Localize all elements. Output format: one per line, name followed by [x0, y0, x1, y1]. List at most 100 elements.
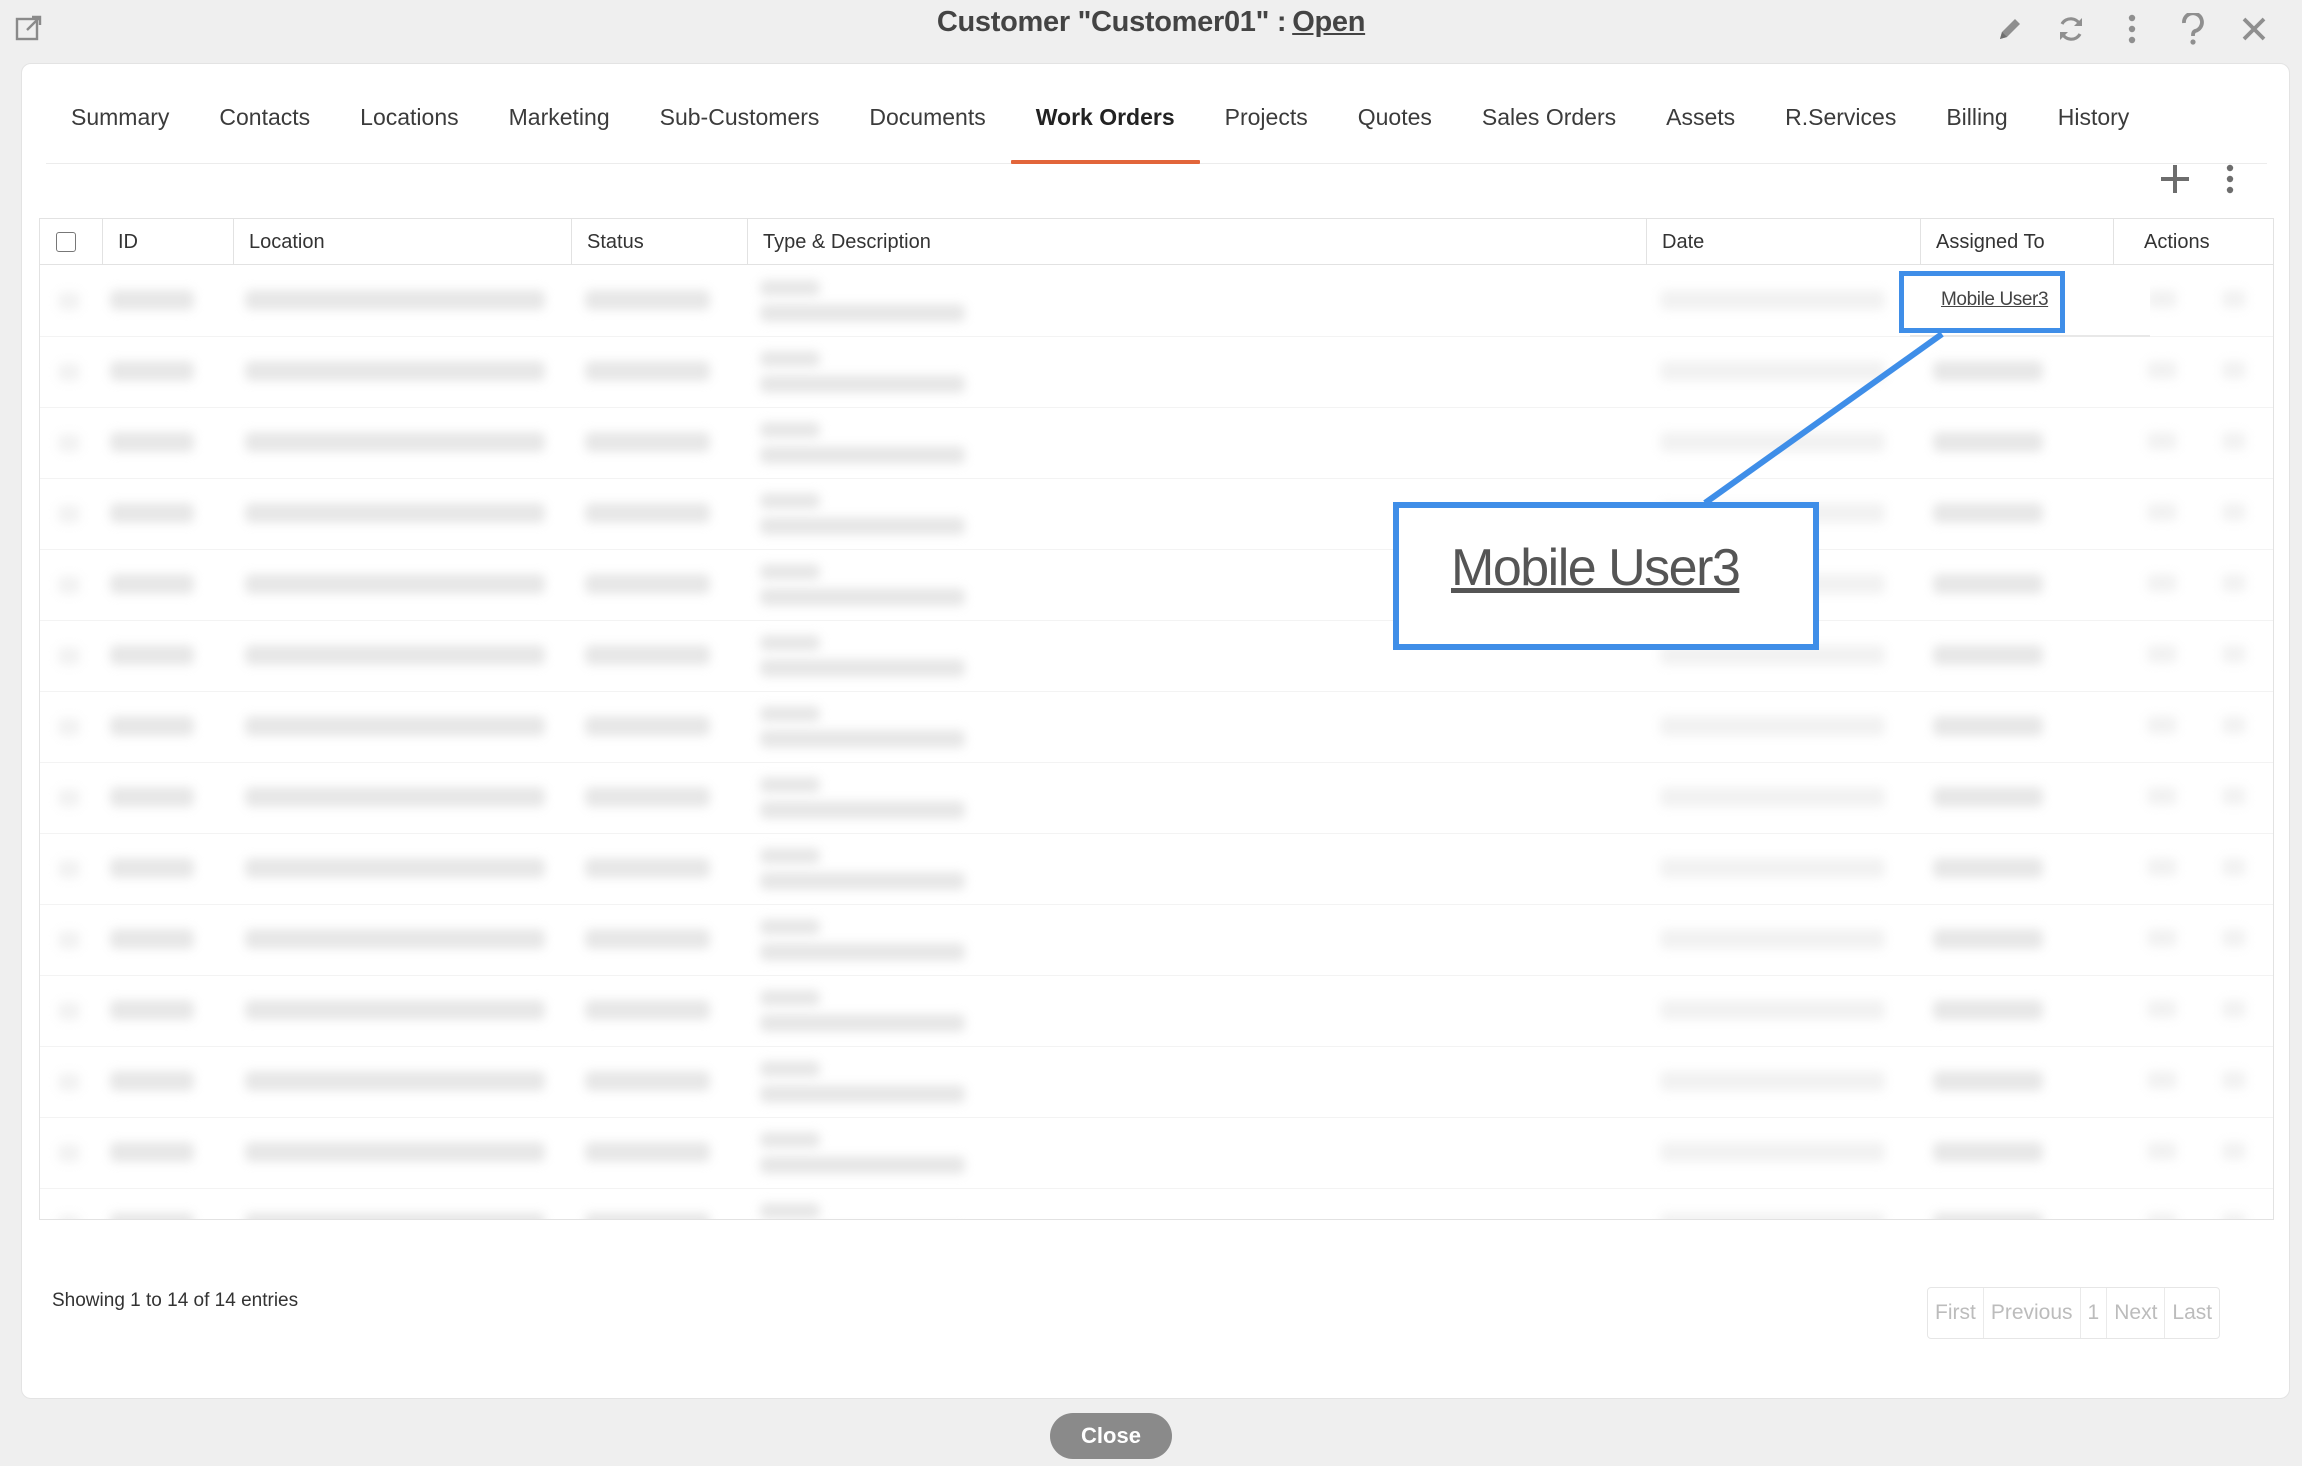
redacted-cell [58, 1002, 80, 1020]
redacted-cell [1660, 290, 1885, 310]
redacted-cell [2147, 1213, 2177, 1219]
tab-marketing[interactable]: Marketing [484, 92, 635, 164]
redacted-cell [2222, 1142, 2246, 1160]
redacted-cell [2147, 1000, 2177, 1018]
tab-work-orders[interactable]: Work Orders [1010, 92, 1200, 164]
tab-quotes[interactable]: Quotes [1333, 92, 1457, 164]
table-row[interactable] [40, 1189, 2273, 1219]
pagination-first[interactable]: First [1928, 1288, 1984, 1338]
tab-projects[interactable]: Projects [1200, 92, 1333, 164]
column-status[interactable]: Status [572, 219, 748, 265]
table-menu-icon[interactable] [2215, 159, 2245, 199]
redacted-cell [58, 1073, 80, 1091]
redacted-cell [2147, 290, 2177, 308]
close-icon[interactable] [2223, 10, 2284, 48]
table-row[interactable] [40, 763, 2273, 834]
table-row[interactable] [40, 337, 2273, 408]
table-row[interactable] [40, 479, 2273, 550]
table-row[interactable] [40, 976, 2273, 1047]
redacted-cell [760, 848, 820, 864]
select-all-checkbox[interactable] [56, 232, 76, 252]
redacted-cell [2147, 929, 2177, 947]
table-row[interactable] [40, 905, 2273, 976]
redacted-cell [2222, 716, 2246, 734]
pagination-previous[interactable]: Previous [1984, 1288, 2081, 1338]
pagination-next[interactable]: Next [2107, 1288, 2166, 1338]
pagination-last[interactable]: Last [2165, 1288, 2219, 1338]
column-location[interactable]: Location [234, 219, 572, 265]
column-id[interactable]: ID [103, 219, 234, 265]
column-type-description[interactable]: Type & Description [748, 219, 1647, 265]
table-row[interactable] [40, 692, 2273, 763]
redacted-cell [760, 635, 820, 651]
table-row[interactable] [40, 550, 2273, 621]
select-all-cell [40, 219, 103, 265]
column-date[interactable]: Date [1647, 219, 1921, 265]
redacted-cell [760, 493, 820, 509]
table-row[interactable] [40, 834, 2273, 905]
tab-assets[interactable]: Assets [1641, 92, 1760, 164]
redacted-cell [110, 1000, 194, 1020]
redacted-cell [2147, 361, 2177, 379]
title-text: Customer "Customer01" : [936, 6, 1287, 38]
redacted-cell [2147, 716, 2177, 734]
redacted-cell [2147, 1071, 2177, 1089]
kebab-icon[interactable] [2101, 10, 2162, 48]
redacted-cell [1933, 1071, 2043, 1091]
tab-contacts[interactable]: Contacts [194, 92, 335, 164]
tab-sub-customers[interactable]: Sub-Customers [635, 92, 845, 164]
redacted-cell [2222, 432, 2246, 450]
pencil-icon[interactable] [1979, 10, 2040, 48]
tab-documents[interactable]: Documents [844, 92, 1010, 164]
redacted-cell [2147, 645, 2177, 663]
add-work-order-button[interactable] [2155, 159, 2195, 199]
redacted-cell [585, 787, 710, 807]
close-button[interactable]: Close [1050, 1413, 1172, 1459]
redacted-cell [1933, 1142, 2043, 1162]
redacted-cell [58, 292, 80, 310]
tab-r-services[interactable]: R.Services [1760, 92, 1921, 164]
redacted-cell [760, 1132, 820, 1148]
redacted-cell [760, 943, 965, 961]
tab-sales-orders[interactable]: Sales Orders [1457, 92, 1641, 164]
tab-billing[interactable]: Billing [1921, 92, 2032, 164]
help-icon[interactable] [2162, 10, 2223, 48]
refresh-icon[interactable] [2040, 10, 2101, 48]
title-toolbar [1979, 10, 2284, 48]
callout-text: Mobile User3 [1451, 539, 1741, 597]
redacted-cell [110, 574, 194, 594]
table-row[interactable] [40, 1047, 2273, 1118]
redacted-cell [760, 304, 965, 322]
redacted-cell [760, 280, 820, 296]
tab-history[interactable]: History [2033, 92, 2155, 164]
redacted-cell [245, 787, 545, 807]
redacted-cell [1660, 1142, 1885, 1162]
pagination-page-1[interactable]: 1 [2081, 1288, 2108, 1338]
redacted-cell [245, 1000, 545, 1020]
redacted-cell [2222, 1213, 2246, 1219]
redacted-cell [58, 718, 80, 736]
tab-locations[interactable]: Locations [335, 92, 483, 164]
column-assigned-to[interactable]: Assigned To [1921, 219, 2114, 265]
redacted-cell [110, 1142, 194, 1162]
redacted-cell [1660, 1213, 1885, 1219]
redacted-cell [2147, 787, 2177, 805]
table-row[interactable] [40, 621, 2273, 692]
redacted-cell [2222, 787, 2246, 805]
redacted-cell [2147, 574, 2177, 592]
redacted-cell [760, 659, 965, 677]
table-row[interactable] [40, 1118, 2273, 1189]
redacted-cell [58, 576, 80, 594]
redacted-cell [245, 716, 545, 736]
tab-summary[interactable]: Summary [46, 92, 194, 164]
zoom-callout: Mobile User3 [1393, 502, 1819, 650]
redacted-cell [2147, 503, 2177, 521]
redacted-cell [760, 1085, 965, 1103]
table-row[interactable] [40, 408, 2273, 479]
redacted-cell [760, 730, 965, 748]
redacted-cell [245, 361, 545, 381]
status-link[interactable]: Open [1292, 6, 1365, 38]
dialog-title: Customer "Customer01" : Open [0, 6, 2302, 39]
redacted-cell [1660, 858, 1885, 878]
redacted-cell [585, 1142, 710, 1162]
